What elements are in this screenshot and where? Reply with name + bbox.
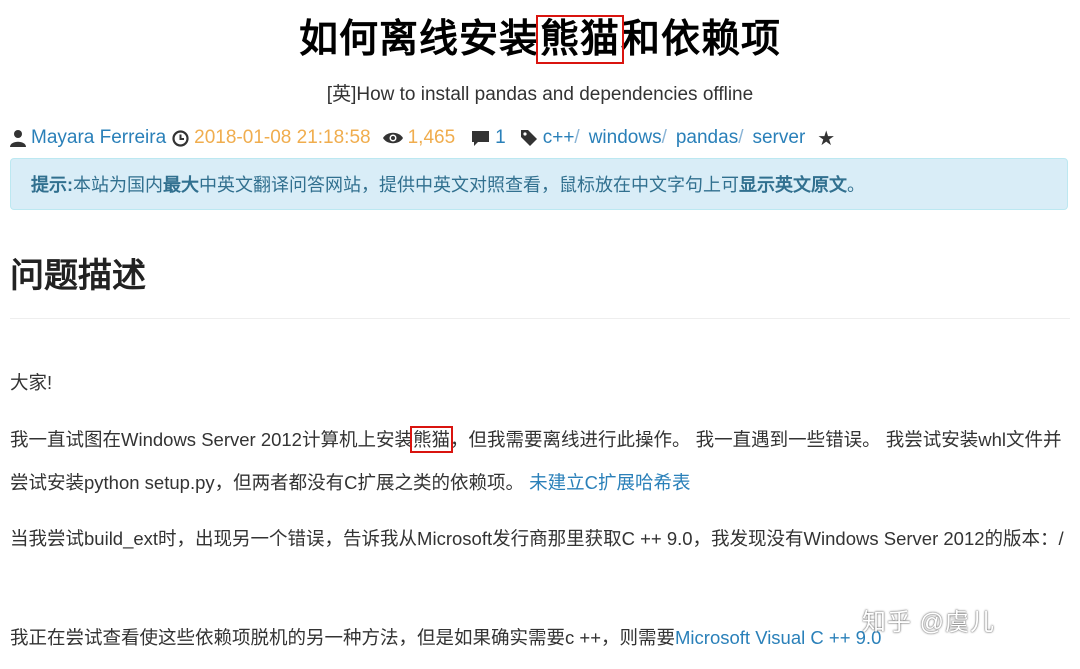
tag-link-pandas[interactable]: pandas: [676, 127, 738, 149]
paragraph: 我一直试图在Windows Server 2012计算机上安装熊猫，但我需要离线…: [10, 418, 1070, 504]
page-title: 如何离线安装熊猫和依赖项: [10, 8, 1070, 72]
paragraph: 当我尝试build_ext时，出现另一个错误，告诉我从Microsoft发行商那…: [10, 528, 1064, 549]
view-count: 1,465: [407, 127, 456, 148]
divider: [10, 318, 1070, 319]
article: 如何离线安装熊猫和依赖项 [英]How to install pandas an…: [10, 0, 1070, 669]
author-link[interactable]: Mayara Ferreira: [31, 127, 166, 149]
notice-bold: 显示英文原文: [739, 175, 847, 195]
title-prefix: 如何离线安装: [298, 18, 539, 61]
comment-icon: [471, 130, 490, 147]
notice-label: 提示:: [31, 175, 73, 195]
notice-text: 中英文翻译问答网站，提供中英文对照查看，鼠标放在中文字句上可: [199, 175, 739, 195]
comment-count[interactable]: 1: [495, 127, 506, 149]
paragraph-text: 我一直试图在Windows Server 2012计算机上安装: [10, 429, 413, 450]
tag-link-cpp[interactable]: c++: [543, 127, 575, 149]
paragraph-text: 我正在尝试查看使这些依赖项脱机的另一种方法，但是如果确实需要c ++，则需要: [10, 627, 676, 648]
section-heading: 问题描述: [10, 257, 146, 295]
notice-text: 本站为国内: [73, 175, 163, 195]
tag-link-windows[interactable]: windows: [589, 127, 662, 149]
tag-separator: /: [574, 127, 580, 148]
title-highlight: 熊猫: [535, 15, 625, 64]
clock-icon: [172, 129, 189, 147]
hashtable-link[interactable]: 未建立C扩展哈希表: [529, 472, 690, 493]
tag-icon: [520, 129, 538, 147]
watermark: 知乎 @虞儿: [862, 609, 996, 636]
notice-text: 。: [847, 175, 865, 195]
tag-separator: /: [661, 127, 667, 148]
page-subtitle: [英]How to install pandas and dependencie…: [326, 84, 754, 105]
article-meta: Mayara Ferreira 2018-01-08 21:18:58 1,46…: [10, 124, 835, 152]
tag-separator: /: [738, 127, 744, 148]
user-icon: [10, 129, 26, 147]
highlighted-term: 熊猫: [409, 426, 454, 453]
paragraph: 大家!: [10, 372, 53, 393]
notice-banner: 提示:本站为国内最大中英文翻译问答网站，提供中英文对照查看，鼠标放在中文字句上可…: [10, 158, 1068, 210]
title-suffix: 和依赖项: [621, 18, 782, 61]
eye-icon: [382, 131, 403, 145]
notice-bold: 最大: [163, 175, 199, 195]
tag-link-server[interactable]: server: [752, 127, 805, 149]
msvc-link[interactable]: Microsoft Visual C ++ 9.0: [675, 627, 881, 648]
post-datetime: 2018-01-08 21:18:58: [194, 127, 371, 148]
star-icon[interactable]: ★: [817, 126, 835, 151]
